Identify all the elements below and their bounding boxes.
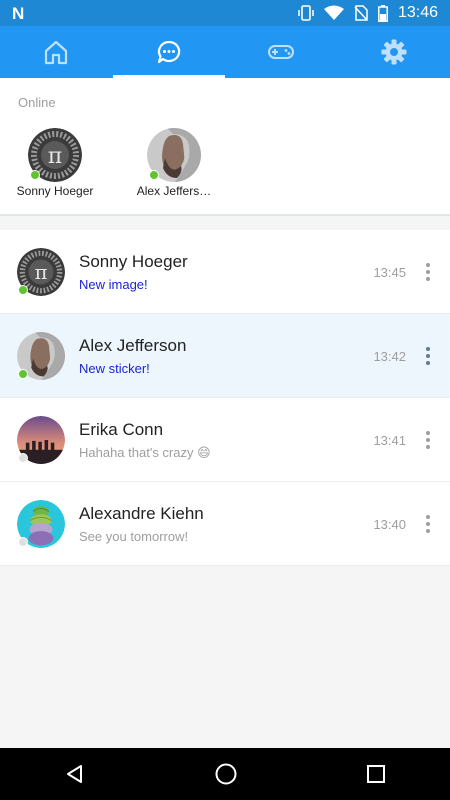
svg-text:π: π <box>35 261 48 284</box>
avatar <box>17 500 65 548</box>
system-nav-bar <box>0 748 450 800</box>
chat-last-message: New image! <box>79 277 148 292</box>
chat-name: Alex Jefferson <box>79 336 187 355</box>
status-bar: N 13:46 <box>0 0 450 26</box>
chat-name: Erika Conn <box>79 420 164 439</box>
tab-settings[interactable] <box>338 26 450 78</box>
avatar: π <box>28 128 82 182</box>
online-title: Online <box>18 95 56 110</box>
chat-row[interactable]: Alexandre Kiehn See you tomorrow! 13:40 <box>0 482 450 566</box>
offline-status-dot <box>18 537 28 547</box>
more-vert-icon[interactable] <box>420 428 436 452</box>
more-vert-icon[interactable] <box>420 260 436 284</box>
home-icon <box>45 40 68 65</box>
home-circle-icon[interactable] <box>214 762 238 786</box>
online-user-name: Sonny Hoeger <box>16 184 94 198</box>
chat-time: 13:45 <box>373 265 406 280</box>
chat-row[interactable]: π Sonny Hoeger New image! 13:45 <box>0 230 450 314</box>
chat-last-message: Hahaha that's crazy 😄 <box>79 445 211 460</box>
offline-status-dot <box>18 453 28 463</box>
wifi-icon <box>323 5 344 20</box>
chat-last-message: See you tomorrow! <box>79 529 189 544</box>
chat-icon <box>157 40 180 64</box>
notification-n-icon: N <box>12 4 25 23</box>
more-vert-icon[interactable] <box>420 344 436 368</box>
vibrate-icon <box>298 5 314 21</box>
tab-home[interactable] <box>0 26 113 78</box>
online-status-dot <box>18 285 28 295</box>
chat-row[interactable]: Erika Conn Hahaha that's crazy 😄 13:41 <box>0 398 450 482</box>
tab-bar <box>0 26 450 78</box>
avatar: π <box>17 248 65 296</box>
avatar <box>17 416 65 464</box>
chat-time: 13:40 <box>373 517 406 532</box>
chat-time: 13:42 <box>373 349 406 364</box>
online-user-name: Alex Jeffers… <box>136 184 212 198</box>
chat-row[interactable]: Alex Jefferson New sticker! 13:42 <box>0 314 450 398</box>
online-status-dot <box>18 369 28 379</box>
gear-icon <box>381 39 407 65</box>
no-sim-icon <box>354 5 368 21</box>
tab-games[interactable] <box>225 26 338 78</box>
svg-text:π: π <box>48 144 62 169</box>
chat-time: 13:41 <box>373 433 406 448</box>
chat-name: Alexandre Kiehn <box>79 504 204 523</box>
back-icon[interactable] <box>64 763 86 785</box>
online-user[interactable]: Alex Jeffers… <box>124 128 224 198</box>
more-vert-icon[interactable] <box>420 512 436 536</box>
online-status-dot <box>30 170 40 180</box>
chat-last-message: New sticker! <box>79 361 150 376</box>
online-section: Online π Sonny Hoeger Alex Jeffers… <box>0 78 450 216</box>
avatar <box>147 128 201 182</box>
gamepad-icon <box>268 45 295 59</box>
recents-icon[interactable] <box>366 764 386 784</box>
online-user[interactable]: π Sonny Hoeger <box>5 128 105 198</box>
online-status-dot <box>149 170 159 180</box>
tab-chats[interactable] <box>112 26 226 78</box>
battery-icon <box>378 4 388 22</box>
status-time: 13:46 <box>397 4 438 21</box>
avatar <box>17 332 65 380</box>
chat-list: π Sonny Hoeger New image! 13:45 Alex Jef… <box>0 230 450 566</box>
chat-name: Sonny Hoeger <box>79 252 188 271</box>
